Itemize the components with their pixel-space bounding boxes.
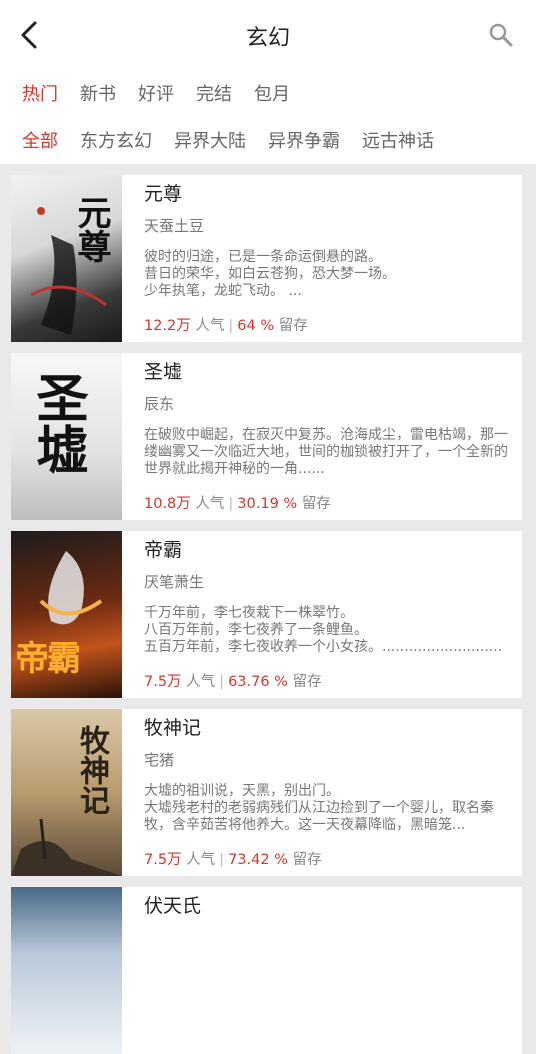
popularity-value: 7.5万 xyxy=(144,674,182,690)
tab-hot[interactable]: 热门 xyxy=(22,80,58,106)
book-title: 元尊 xyxy=(144,183,183,205)
book-description: 彼时的归途，已是一条命运倒悬的路。 昔日的荣华，如白云苍狗，恐大梦一场。 少年执… xyxy=(144,249,396,299)
book-description: 在破败中崛起，在寂灭中复苏。沧海成尘，雷电枯竭，那一缕幽雾又一次临近大地，世间的… xyxy=(144,427,508,477)
cover-title: 帝霸 xyxy=(15,639,81,679)
header: 玄幻 xyxy=(0,0,536,70)
book-card[interactable]: 牧神记 牧神记 宅猪 大墟的祖训说，天黑，别出门。 大墟残老村的老弱病残们从江边… xyxy=(11,709,522,876)
retention-value: 64 % xyxy=(237,318,275,334)
popularity-label: 人气 xyxy=(195,318,225,334)
book-cover: 帝霸 xyxy=(11,531,122,698)
chevron-left-icon xyxy=(21,21,37,49)
retention-value: 30.19 % xyxy=(237,496,298,512)
tab-completed[interactable]: 完结 xyxy=(196,80,232,106)
retention-label: 留存 xyxy=(278,318,308,334)
tab-top-rated[interactable]: 好评 xyxy=(138,80,174,106)
book-author: 宅猪 xyxy=(144,751,175,769)
popularity-value: 10.8万 xyxy=(144,496,191,512)
popularity-label: 人气 xyxy=(186,852,216,868)
book-title: 伏天氏 xyxy=(144,895,202,917)
tab-new[interactable]: 新书 xyxy=(80,80,116,106)
tab-eastern-fantasy[interactable]: 东方玄幻 xyxy=(80,127,152,153)
book-card[interactable]: 伏天氏 xyxy=(11,887,522,1054)
book-card[interactable]: 帝霸 帝霸 厌笔萧生 千万年前，李七夜栽下一株翠竹。 八百万年前，李七夜养了一条… xyxy=(11,531,522,698)
tab-ancient-myth[interactable]: 远古神话 xyxy=(362,127,434,153)
retention-label: 留存 xyxy=(292,852,322,868)
retention-value: 63.76 % xyxy=(228,674,288,690)
book-title: 帝霸 xyxy=(144,539,183,561)
popularity-value: 12.2万 xyxy=(144,318,191,334)
book-stats: 7.5万 人气 | 63.76 % 留存 xyxy=(144,674,322,690)
retention-label: 留存 xyxy=(301,496,331,512)
primary-tabs: 热门 新书 好评 完结 包月 xyxy=(0,70,536,116)
book-stats: 7.5万 人气 | 73.42 % 留存 xyxy=(144,852,322,868)
book-card[interactable]: 元尊 元尊 天蚕土豆 彼时的归途，已是一条命运倒悬的路。 昔日的荣华，如白云苍狗… xyxy=(11,175,522,342)
book-cover: 元尊 xyxy=(11,175,122,342)
book-cover: 圣墟 xyxy=(11,353,122,520)
cover-title: 牧神记 xyxy=(74,725,109,815)
book-title: 牧神记 xyxy=(144,717,202,739)
popularity-value: 7.5万 xyxy=(144,852,182,868)
retention-label: 留存 xyxy=(292,674,322,690)
book-author: 厌笔萧生 xyxy=(144,573,205,591)
book-description: 千万年前，李七夜栽下一株翠竹。 八百万年前，李七夜养了一条鲤鱼。 五百万年前，李… xyxy=(144,605,503,655)
page-title: 玄幻 xyxy=(245,26,290,51)
tab-monthly[interactable]: 包月 xyxy=(254,80,290,106)
book-stats: 12.2万 人气 | 64 % 留存 xyxy=(144,318,308,334)
search-icon xyxy=(489,23,513,47)
book-title: 圣墟 xyxy=(144,361,183,383)
tab-world-conquest[interactable]: 异界争霸 xyxy=(268,127,340,153)
book-author: 天蚕土豆 xyxy=(144,217,205,235)
tab-other-world[interactable]: 异界大陆 xyxy=(174,127,246,153)
cover-title: 元尊 xyxy=(71,195,111,263)
popularity-label: 人气 xyxy=(195,496,225,512)
popularity-label: 人气 xyxy=(186,674,216,690)
book-description: 大墟的祖训说，天黑，别出门。 大墟残老村的老弱病残们从江边捡到了一个婴儿，取名秦… xyxy=(144,783,494,833)
cover-title: 圣墟 xyxy=(27,371,88,475)
book-cover xyxy=(11,887,122,1054)
tab-all[interactable]: 全部 xyxy=(22,127,58,153)
top-bar: 玄幻 热门 新书 好评 完结 包月 全部 东方玄幻 异界大陆 异界争霸 远古神话 xyxy=(0,0,536,164)
book-card[interactable]: 圣墟 圣墟 辰东 在破败中崛起，在寂灭中复苏。沧海成尘，雷电枯竭，那一缕幽雾又一… xyxy=(11,353,522,520)
secondary-tabs: 全部 东方玄幻 异界大陆 异界争霸 远古神话 xyxy=(0,116,536,164)
book-stats: 10.8万 人气 | 30.19 % 留存 xyxy=(144,496,331,512)
book-cover: 牧神记 xyxy=(11,709,122,876)
search-button[interactable] xyxy=(488,22,514,48)
retention-value: 73.42 % xyxy=(228,852,288,868)
book-author: 辰东 xyxy=(144,395,175,413)
back-button[interactable] xyxy=(12,18,46,52)
